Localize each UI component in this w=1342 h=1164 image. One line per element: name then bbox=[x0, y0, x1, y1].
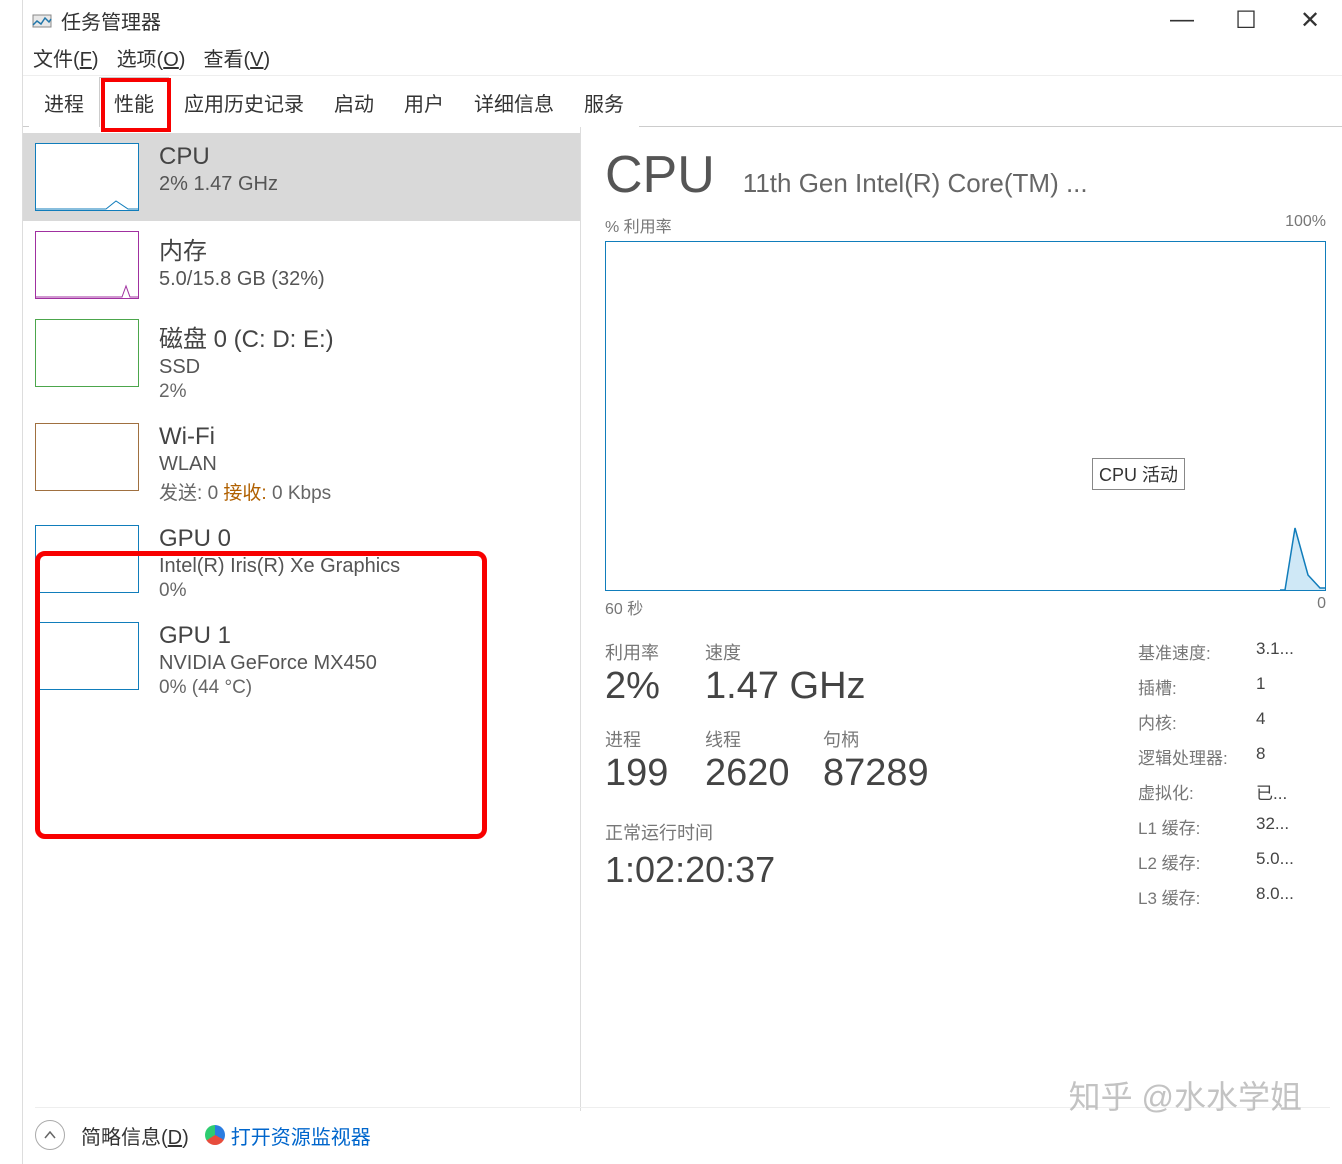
window-controls: — ☐ ✕ bbox=[1150, 0, 1342, 40]
simple-info-link[interactable]: 简略信息(D) bbox=[81, 1121, 189, 1150]
menu-bar: 文件(F) 选项(O) 查看(V) bbox=[23, 40, 1342, 76]
resource-monitor-icon bbox=[205, 1125, 225, 1145]
app-icon bbox=[31, 9, 53, 31]
sidebar: CPU 2% 1.47 GHz 内存 5.0/15.8 GB (32%) 磁盘 … bbox=[23, 127, 581, 1111]
cpu-chart: CPU 活动 bbox=[605, 241, 1326, 591]
sidebar-wifi-sub: WLAN bbox=[159, 453, 331, 476]
spec-l1-val: 32... bbox=[1256, 814, 1316, 839]
gpu1-thumbnail bbox=[35, 622, 139, 690]
sidebar-item-cpu[interactable]: CPU 2% 1.47 GHz bbox=[23, 133, 580, 221]
sidebar-cpu-title: CPU bbox=[159, 143, 278, 171]
cpu-thumbnail bbox=[35, 143, 139, 211]
sidebar-item-gpu1[interactable]: GPU 1 NVIDIA GeForce MX450 0% (44 °C) bbox=[23, 612, 580, 709]
sidebar-item-wifi[interactable]: Wi-Fi WLAN 发送: 0 接收: 0 Kbps bbox=[23, 413, 580, 515]
x-axis-zero: 0 bbox=[1317, 595, 1326, 619]
x-axis-label: 60 秒 bbox=[605, 595, 643, 619]
gpu0-thumbnail bbox=[35, 525, 139, 593]
sidebar-gpu1-sub: NVIDIA GeForce MX450 bbox=[159, 652, 377, 675]
sidebar-gpu0-title: GPU 0 bbox=[159, 525, 400, 553]
spec-virt-val: 已... bbox=[1256, 779, 1316, 804]
titlebar: 任务管理器 bbox=[23, 0, 1342, 40]
menu-view[interactable]: 查看(V) bbox=[199, 39, 274, 76]
chart-tooltip: CPU 活动 bbox=[1092, 458, 1185, 490]
memory-thumbnail bbox=[35, 231, 139, 299]
thread-value: 2620 bbox=[705, 752, 823, 795]
tab-startup[interactable]: 启动 bbox=[319, 77, 389, 127]
spec-cores-val: 4 bbox=[1256, 709, 1316, 734]
y-axis-max: 100% bbox=[1285, 213, 1326, 237]
sidebar-gpu1-pct: 0% (44 °C) bbox=[159, 677, 377, 699]
sidebar-item-disk[interactable]: 磁盘 0 (C: D: E:) SSD 2% bbox=[23, 309, 580, 413]
wifi-thumbnail bbox=[35, 423, 139, 491]
watermark: 知乎 @水水学姐 bbox=[1069, 1072, 1302, 1118]
detail-pane: CPU 11th Gen Intel(R) Core(TM) ... % 利用率… bbox=[581, 127, 1342, 1111]
spec-l3-val: 8.0... bbox=[1256, 884, 1316, 909]
detail-heading: CPU bbox=[605, 145, 715, 205]
util-label: 利用率 bbox=[605, 639, 705, 665]
sidebar-mem-sub: 5.0/15.8 GB (32%) bbox=[159, 268, 325, 291]
spec-sockets-val: 1 bbox=[1256, 674, 1316, 699]
sidebar-disk-title: 磁盘 0 (C: D: E:) bbox=[159, 319, 334, 354]
sidebar-disk-pct: 2% bbox=[159, 381, 334, 403]
tab-app-history[interactable]: 应用历史记录 bbox=[169, 77, 319, 127]
tab-details[interactable]: 详细信息 bbox=[459, 77, 569, 127]
disk-thumbnail bbox=[35, 319, 139, 387]
sidebar-disk-sub: SSD bbox=[159, 356, 334, 379]
collapse-icon[interactable] bbox=[35, 1120, 65, 1150]
minimize-button[interactable]: — bbox=[1150, 0, 1214, 40]
spec-cores-label: 内核: bbox=[1138, 709, 1256, 734]
spec-base-val: 3.1... bbox=[1256, 639, 1316, 664]
sidebar-cpu-sub: 2% 1.47 GHz bbox=[159, 173, 278, 196]
maximize-button[interactable]: ☐ bbox=[1214, 0, 1278, 40]
sidebar-gpu0-pct: 0% bbox=[159, 580, 400, 602]
menu-options[interactable]: 选项(O) bbox=[113, 39, 190, 76]
sidebar-mem-title: 内存 bbox=[159, 231, 325, 266]
spec-virt-label: 虚拟化: bbox=[1138, 779, 1256, 804]
handle-value: 87289 bbox=[823, 752, 929, 795]
spec-l1-label: L1 缓存: bbox=[1138, 814, 1256, 839]
cpu-model: 11th Gen Intel(R) Core(TM) ... bbox=[743, 168, 1088, 199]
proc-label: 进程 bbox=[605, 726, 705, 752]
sidebar-item-memory[interactable]: 内存 5.0/15.8 GB (32%) bbox=[23, 221, 580, 309]
speed-value: 1.47 GHz bbox=[705, 665, 866, 708]
spec-lp-val: 8 bbox=[1256, 744, 1316, 769]
sidebar-gpu1-title: GPU 1 bbox=[159, 622, 377, 650]
menu-file[interactable]: 文件(F) bbox=[29, 39, 103, 76]
sidebar-gpu0-sub: Intel(R) Iris(R) Xe Graphics bbox=[159, 555, 400, 578]
tab-services[interactable]: 服务 bbox=[569, 77, 639, 127]
sidebar-item-gpu0[interactable]: GPU 0 Intel(R) Iris(R) Xe Graphics 0% bbox=[23, 515, 580, 612]
uptime-value: 1:02:20:37 bbox=[605, 849, 1138, 891]
sidebar-wifi-title: Wi-Fi bbox=[159, 423, 331, 451]
uptime-label: 正常运行时间 bbox=[605, 819, 1138, 845]
spec-l2-label: L2 缓存: bbox=[1138, 849, 1256, 874]
spec-lp-label: 逻辑处理器: bbox=[1138, 744, 1256, 769]
tab-bar: 进程 性能 应用历史记录 启动 用户 详细信息 服务 bbox=[23, 76, 1342, 127]
tab-users[interactable]: 用户 bbox=[389, 77, 459, 127]
sidebar-wifi-net: 发送: 0 接收: 0 Kbps bbox=[159, 478, 331, 505]
spec-l2-val: 5.0... bbox=[1256, 849, 1316, 874]
task-manager-window: 任务管理器 — ☐ ✕ 文件(F) 选项(O) 查看(V) 进程 性能 应用历史… bbox=[22, 0, 1342, 1164]
speed-label: 速度 bbox=[705, 639, 866, 665]
spec-sockets-label: 插槽: bbox=[1138, 674, 1256, 699]
thread-label: 线程 bbox=[705, 726, 823, 752]
window-title: 任务管理器 bbox=[61, 6, 161, 35]
tab-processes[interactable]: 进程 bbox=[29, 77, 99, 127]
spec-l3-label: L3 缓存: bbox=[1138, 884, 1256, 909]
util-value: 2% bbox=[605, 665, 705, 708]
tab-performance[interactable]: 性能 bbox=[99, 77, 169, 127]
close-button[interactable]: ✕ bbox=[1278, 0, 1342, 40]
y-axis-label: % 利用率 bbox=[605, 213, 672, 237]
spec-base-label: 基准速度: bbox=[1138, 639, 1256, 664]
handle-label: 句柄 bbox=[823, 726, 929, 752]
content-area: CPU 2% 1.47 GHz 内存 5.0/15.8 GB (32%) 磁盘 … bbox=[23, 127, 1342, 1111]
proc-value: 199 bbox=[605, 752, 705, 795]
resource-monitor-link[interactable]: 打开资源监视器 bbox=[205, 1121, 371, 1150]
